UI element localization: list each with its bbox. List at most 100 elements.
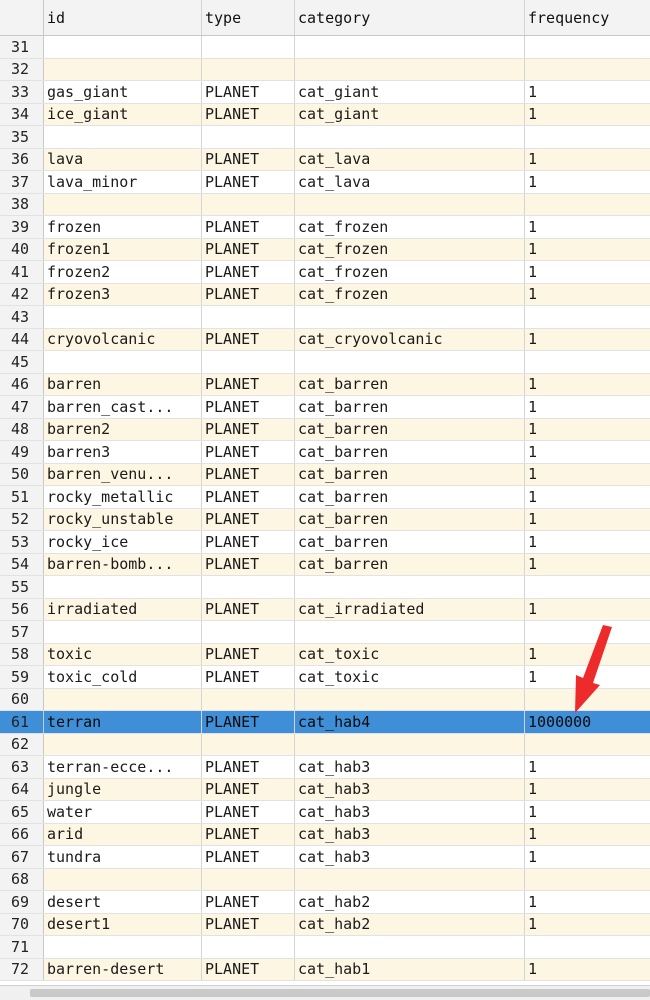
cell-frequency[interactable]: 1 [525, 81, 650, 103]
cell-category[interactable] [295, 733, 525, 755]
cell-frequency[interactable]: 1 [525, 554, 650, 576]
cell-id[interactable]: barren2 [44, 418, 202, 440]
row-number[interactable]: 71 [0, 936, 44, 958]
table-row[interactable]: 37 lava_minor PLANET cat_lava 1 [0, 171, 650, 194]
cell-category[interactable]: cat_irradiated [295, 598, 525, 620]
row-number[interactable]: 52 [0, 508, 44, 530]
row-number[interactable]: 67 [0, 846, 44, 868]
cell-type[interactable]: PLANET [202, 846, 295, 868]
table-row[interactable]: 31 [0, 36, 650, 59]
cell-id[interactable]: irradiated [44, 598, 202, 620]
row-number[interactable]: 53 [0, 531, 44, 553]
cell-type[interactable]: PLANET [202, 778, 295, 800]
cell-frequency[interactable]: 1 [525, 216, 650, 238]
row-number[interactable]: 47 [0, 396, 44, 418]
table-row[interactable]: 40 frozen1 PLANET cat_frozen 1 [0, 238, 650, 261]
cell-type[interactable]: PLANET [202, 913, 295, 935]
row-number[interactable]: 69 [0, 891, 44, 913]
table-row[interactable]: 58 toxic PLANET cat_toxic 1 [0, 643, 650, 666]
cell-category[interactable] [295, 126, 525, 148]
cell-type[interactable] [202, 868, 295, 890]
table-row[interactable]: 45 [0, 351, 650, 374]
table-row[interactable]: 43 [0, 306, 650, 329]
cell-id[interactable]: arid [44, 823, 202, 845]
cell-frequency[interactable] [525, 126, 650, 148]
row-number[interactable]: 60 [0, 688, 44, 710]
table-row[interactable]: 46 barren PLANET cat_barren 1 [0, 373, 650, 396]
cell-frequency[interactable]: 1 [525, 374, 650, 396]
cell-id[interactable]: rocky_unstable [44, 508, 202, 530]
cell-type[interactable]: PLANET [202, 531, 295, 553]
cell-id[interactable]: ice_giant [44, 103, 202, 125]
cell-category[interactable] [295, 868, 525, 890]
cell-id[interactable]: water [44, 801, 202, 823]
table-row[interactable]: 70 desert1 PLANET cat_hab2 1 [0, 913, 650, 936]
row-number[interactable]: 32 [0, 58, 44, 80]
cell-type[interactable]: PLANET [202, 486, 295, 508]
cell-type[interactable]: PLANET [202, 148, 295, 170]
cell-id[interactable]: toxic [44, 643, 202, 665]
cell-id[interactable]: terran-ecce... [44, 756, 202, 778]
table-row[interactable]: 49 barren3 PLANET cat_barren 1 [0, 441, 650, 464]
cell-id[interactable]: rocky_ice [44, 531, 202, 553]
cell-type[interactable]: PLANET [202, 823, 295, 845]
table-row[interactable]: 34 ice_giant PLANET cat_giant 1 [0, 103, 650, 126]
table-row[interactable]: 48 barren2 PLANET cat_barren 1 [0, 418, 650, 441]
table-row[interactable]: 62 [0, 733, 650, 756]
cell-frequency[interactable]: 1 [525, 801, 650, 823]
row-number[interactable]: 34 [0, 103, 44, 125]
cell-category[interactable] [295, 36, 525, 58]
row-number[interactable]: 44 [0, 328, 44, 350]
cell-category[interactable] [295, 351, 525, 373]
row-number[interactable]: 58 [0, 643, 44, 665]
cell-type[interactable]: PLANET [202, 283, 295, 305]
row-number[interactable]: 41 [0, 261, 44, 283]
cell-frequency[interactable]: 1 [525, 891, 650, 913]
cell-category[interactable] [295, 688, 525, 710]
cell-type[interactable] [202, 936, 295, 958]
cell-category[interactable]: cat_hab3 [295, 801, 525, 823]
cell-id[interactable] [44, 58, 202, 80]
cell-type[interactable] [202, 126, 295, 148]
cell-id[interactable] [44, 306, 202, 328]
corner-cell[interactable] [0, 0, 44, 35]
cell-type[interactable]: PLANET [202, 463, 295, 485]
cell-frequency[interactable]: 1 [525, 509, 650, 531]
cell-id[interactable]: cryovolcanic [44, 328, 202, 350]
table-row[interactable]: 60 [0, 688, 650, 711]
row-number[interactable]: 49 [0, 441, 44, 463]
cell-frequency[interactable]: 1 [525, 531, 650, 553]
row-number[interactable]: 57 [0, 621, 44, 643]
cell-type[interactable] [202, 193, 295, 215]
table-row[interactable]: 39 frozen PLANET cat_frozen 1 [0, 216, 650, 239]
table-row[interactable]: 35 [0, 126, 650, 149]
row-number[interactable]: 51 [0, 486, 44, 508]
cell-frequency[interactable]: 1 [525, 149, 650, 171]
table-row[interactable]: 38 [0, 193, 650, 216]
row-number[interactable]: 33 [0, 81, 44, 103]
row-number[interactable]: 45 [0, 351, 44, 373]
cell-frequency[interactable] [525, 576, 650, 598]
cell-id[interactable]: toxic_cold [44, 666, 202, 688]
cell-category[interactable]: cat_hab4 [295, 711, 525, 733]
cell-category[interactable]: cat_barren [295, 463, 525, 485]
table-row[interactable]: 42 frozen3 PLANET cat_frozen 1 [0, 283, 650, 306]
cell-frequency[interactable]: 1 [525, 846, 650, 868]
cell-category[interactable]: cat_barren [295, 508, 525, 530]
cell-frequency[interactable]: 1 [525, 599, 650, 621]
cell-category[interactable] [295, 193, 525, 215]
cell-id[interactable] [44, 351, 202, 373]
cell-type[interactable]: PLANET [202, 441, 295, 463]
table-row[interactable]: 33 gas_giant PLANET cat_giant 1 [0, 81, 650, 104]
row-number[interactable]: 39 [0, 216, 44, 238]
cell-type[interactable]: PLANET [202, 373, 295, 395]
row-number[interactable]: 64 [0, 778, 44, 800]
cell-frequency[interactable]: 1 [525, 171, 650, 193]
cell-category[interactable]: cat_frozen [295, 261, 525, 283]
cell-type[interactable] [202, 351, 295, 373]
cell-category[interactable]: cat_hab3 [295, 778, 525, 800]
table-row[interactable]: 65 water PLANET cat_hab3 1 [0, 801, 650, 824]
table-row[interactable]: 67 tundra PLANET cat_hab3 1 [0, 846, 650, 869]
cell-id[interactable]: frozen1 [44, 238, 202, 260]
cell-category[interactable]: cat_barren [295, 441, 525, 463]
